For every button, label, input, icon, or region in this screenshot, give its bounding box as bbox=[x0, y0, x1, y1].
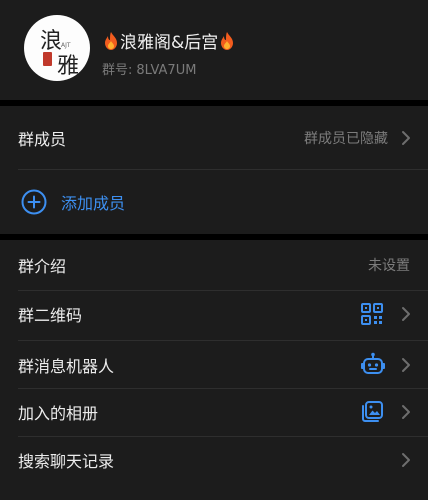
qr-code-icon bbox=[361, 303, 383, 325]
group-id: 群号: 8LVA7UM bbox=[102, 59, 200, 78]
chevron-right-icon bbox=[402, 358, 410, 372]
group-intro-label: 群介绍 bbox=[18, 257, 67, 276]
group-settings-screen: 浪 AJT 雅 浪雅阁&后宫 群号: 8LVA7UM 群成员 群成员已隐藏 添加… bbox=[0, 0, 428, 500]
qr-code-label: 群二维码 bbox=[18, 306, 83, 325]
flame-icon bbox=[102, 31, 120, 51]
message-bot-label: 群消息机器人 bbox=[18, 357, 115, 376]
album-row[interactable]: 加入的相册 bbox=[0, 389, 428, 435]
group-id-label: 群号: bbox=[102, 63, 133, 78]
avatar-seal bbox=[43, 52, 52, 66]
chevron-right-icon bbox=[402, 307, 410, 321]
group-id-value: 8LVA7UM bbox=[136, 63, 197, 78]
album-icon bbox=[362, 401, 383, 422]
qr-code-row[interactable]: 群二维码 bbox=[0, 291, 428, 337]
group-info-section: 群介绍 未设置 群二维码 群消息机器人 加入的相册 搜索聊天记录 bbox=[0, 240, 428, 500]
chevron-right-icon bbox=[402, 405, 410, 419]
flame-icon bbox=[218, 31, 236, 51]
search-history-label: 搜索聊天记录 bbox=[18, 452, 115, 471]
chevron-right-icon bbox=[402, 131, 410, 145]
group-intro-value: 未设置 bbox=[368, 258, 410, 274]
group-avatar[interactable]: 浪 AJT 雅 bbox=[24, 15, 90, 81]
message-bot-row[interactable]: 群消息机器人 bbox=[0, 341, 428, 389]
group-header[interactable]: 浪 AJT 雅 浪雅阁&后宫 群号: 8LVA7UM bbox=[0, 0, 428, 100]
members-section: 群成员 群成员已隐藏 添加成员 bbox=[0, 106, 428, 234]
members-status: 群成员已隐藏 bbox=[304, 131, 388, 147]
add-member-label: 添加成员 bbox=[61, 194, 126, 213]
group-name: 浪雅阁&后宫 bbox=[102, 28, 236, 53]
search-history-row[interactable]: 搜索聊天记录 bbox=[0, 437, 428, 483]
album-label: 加入的相册 bbox=[18, 404, 99, 423]
plus-circle-icon bbox=[21, 189, 47, 215]
robot-icon bbox=[361, 352, 385, 374]
members-row[interactable]: 群成员 群成员已隐藏 bbox=[0, 106, 428, 170]
add-member-row[interactable]: 添加成员 bbox=[0, 170, 428, 234]
avatar-text-2: 雅 bbox=[57, 54, 80, 79]
group-name-text: 浪雅阁&后宫 bbox=[120, 33, 219, 53]
members-label: 群成员 bbox=[18, 130, 67, 149]
chevron-right-icon bbox=[402, 453, 410, 467]
group-intro-row[interactable]: 群介绍 未设置 bbox=[0, 240, 428, 290]
